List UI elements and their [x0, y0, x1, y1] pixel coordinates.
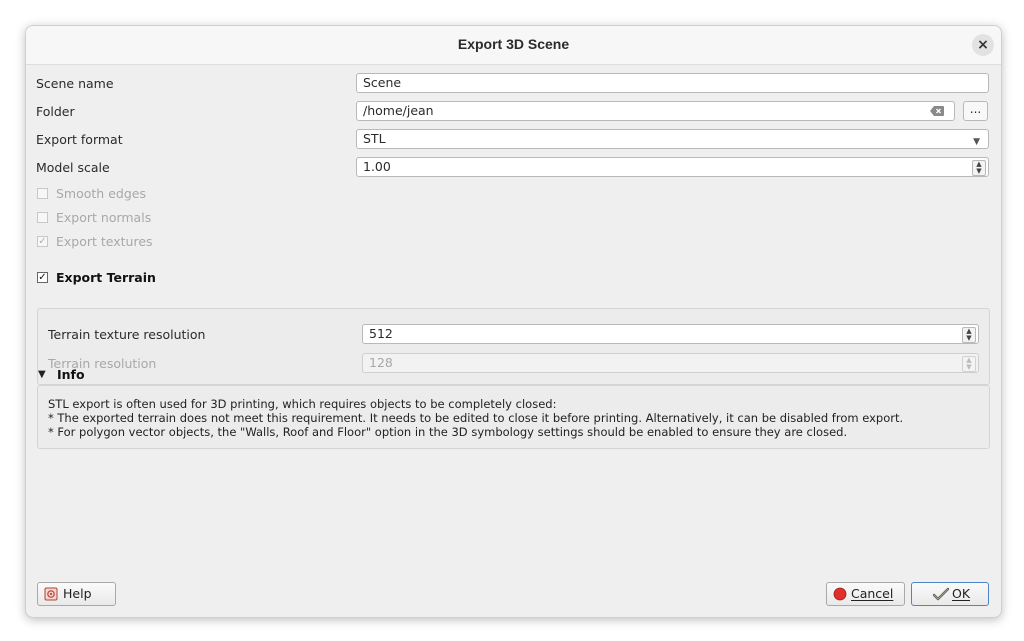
info-line: * The exported terrain does not meet thi… [48, 411, 904, 425]
model-scale-label: Model scale [36, 160, 110, 175]
dialog-title: Export 3D Scene [457, 36, 570, 52]
close-button[interactable]: × [972, 34, 994, 56]
spin-arrows-icon[interactable]: ▲ ▼ [972, 160, 986, 176]
export-textures-label: Export textures [56, 234, 153, 249]
info-title: Info [57, 367, 85, 382]
cancel-button[interactable]: Cancel [826, 582, 905, 606]
folder-input[interactable]: /home/jean [356, 101, 955, 121]
export-textures-checkbox: ✓ [37, 236, 48, 247]
folder-label: Folder [36, 104, 75, 119]
cancel-label: Cancel [851, 586, 894, 601]
terrain-resolution-spinbox: 128 ▲ ▼ [362, 353, 979, 373]
terrain-texture-resolution-spinbox[interactable]: 512 ▲ ▼ [362, 324, 979, 344]
model-scale-spinbox[interactable]: 1.00 ▲ ▼ [356, 157, 989, 177]
export-normals-label: Export normals [56, 210, 152, 225]
collapse-arrow-icon[interactable]: ▼ [38, 369, 46, 380]
smooth-edges-label: Smooth edges [56, 186, 146, 201]
smooth-edges-checkbox [37, 188, 48, 199]
terrain-texture-resolution-value: 512 [369, 326, 393, 341]
scene-name-input[interactable]: Scene [356, 73, 989, 93]
export-terrain-group: Terrain texture resolution 512 ▲ ▼ Terrai… [37, 308, 990, 385]
spin-arrows-icon[interactable]: ▲ ▼ [962, 327, 976, 343]
terrain-texture-resolution-label: Terrain texture resolution [48, 327, 206, 342]
scene-name-label: Scene name [36, 76, 114, 91]
export-normals-checkbox [37, 212, 48, 223]
info-box: STL export is often used for 3D printing… [37, 385, 990, 449]
help-label: Help [63, 586, 92, 601]
browse-folder-button[interactable]: ... [963, 101, 988, 121]
ok-button[interactable]: OK [911, 582, 989, 606]
title-bar: Export 3D Scene × [26, 26, 1001, 65]
model-scale-value: 1.00 [363, 159, 391, 174]
export-3d-scene-dialog: Export 3D Scene × Scene name Scene Folde… [25, 25, 1002, 618]
folder-value: /home/jean [363, 103, 434, 118]
spin-arrows-icon: ▲ ▼ [962, 356, 976, 372]
terrain-resolution-value: 128 [369, 355, 393, 370]
export-format-select[interactable]: STL ▼ [356, 129, 989, 149]
export-terrain-title: Export Terrain [56, 270, 156, 285]
info-line: STL export is often used for 3D printing… [48, 397, 557, 411]
chevron-down-icon: ▼ [973, 137, 980, 147]
clear-text-icon[interactable] [930, 106, 944, 116]
export-format-label: Export format [36, 132, 123, 147]
export-format-value: STL [363, 131, 386, 146]
cancel-red-circle-icon [833, 587, 847, 601]
help-book-icon [44, 587, 58, 601]
ok-check-icon [932, 587, 950, 601]
info-line: * For polygon vector objects, the "Walls… [48, 425, 848, 439]
export-terrain-checkbox[interactable]: ✓ [37, 272, 48, 283]
ok-label: OK [952, 586, 971, 601]
help-button[interactable]: Help [37, 582, 116, 606]
